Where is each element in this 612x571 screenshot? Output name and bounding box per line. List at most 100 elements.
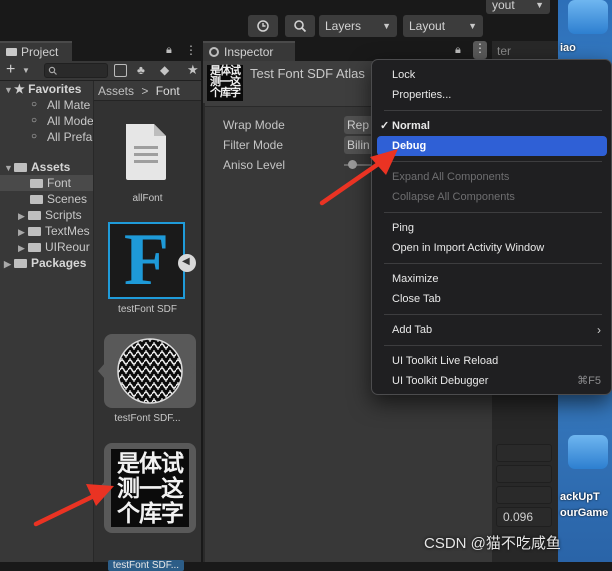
asset-testfont-sdf[interactable]: F [108, 219, 185, 301]
menu-item-collapse-all: Collapse All Components [392, 191, 515, 203]
breadcrumb-root[interactable]: Assets [98, 84, 134, 98]
menu-item-ui-toolkit-live-reload[interactable]: UI Toolkit Live Reload [377, 351, 607, 371]
atlas-glyph-row: 是体试 [117, 450, 184, 476]
menu-item-lock[interactable]: Lock [377, 65, 607, 85]
history-button[interactable] [248, 15, 278, 37]
checkmark-icon: ✓ [380, 120, 390, 132]
assets-header[interactable]: ▼ Assets [0, 159, 93, 175]
sidebar-item-scripts[interactable]: ▶ Scripts [0, 207, 93, 223]
subasset-notch [189, 363, 196, 379]
chevron-left-icon: ◀ [182, 256, 190, 267]
search-icon: ○ [31, 99, 38, 110]
tab-project[interactable]: Project [0, 41, 72, 61]
layout-dropdown[interactable]: Layout ▼ [403, 15, 483, 37]
menu-separator [384, 110, 602, 111]
folder-label: TextMes [45, 224, 90, 238]
packages-header[interactable]: ▶ Packages [0, 255, 93, 271]
star-icon[interactable]: ★ [187, 62, 199, 78]
atlas-texture: 是体试 测一这 个库字 [111, 449, 189, 527]
desktop-label: ourGame [560, 507, 609, 519]
more-options-icon[interactable]: ⋮ [185, 43, 197, 57]
layers-dropdown[interactable]: Layers ▼ [319, 15, 397, 37]
project-tabbar: Project 🔒︎ ⋮ [0, 41, 201, 61]
thumb-glyph-row: 个库字 [210, 87, 241, 99]
folder-icon [28, 211, 41, 220]
sidebar-item-textmesh[interactable]: ▶ TextMes [0, 223, 93, 239]
breadcrumb-current[interactable]: Font [156, 84, 180, 98]
asset-sdf-material[interactable] [98, 334, 196, 408]
asset-label: allFont [132, 193, 163, 204]
folder-icon [28, 243, 41, 252]
menu-item-open-import-activity[interactable]: Open in Import Activity Window [377, 238, 607, 258]
sidebar-item-scenes[interactable]: Scenes [0, 191, 93, 207]
chevron-down-icon: ▼ [382, 21, 391, 31]
menu-item-debug[interactable]: Debug [377, 136, 607, 156]
menu-item-ping[interactable]: Ping [377, 218, 607, 238]
chevron-down-icon[interactable]: ▼ [22, 66, 30, 75]
menu-separator [384, 263, 602, 264]
layout-label: Layout [409, 19, 446, 33]
search-button[interactable] [285, 15, 315, 37]
folder-label: UIReour [45, 240, 90, 254]
more-options-icon[interactable]: ⋮ [473, 41, 487, 59]
breadcrumb: Assets > Font [94, 81, 201, 101]
lock-icon[interactable]: 🔒︎ [455, 44, 461, 57]
menu-item-close-tab[interactable]: Close Tab [377, 289, 607, 309]
layout-top-label: yout [492, 0, 515, 12]
property-label: Aniso Level [223, 158, 286, 172]
info-icon [209, 47, 219, 57]
folder-icon [14, 259, 27, 268]
chevron-down-icon: ▼ [468, 21, 477, 31]
menu-item-normal[interactable]: ✓ Normal [377, 116, 607, 136]
search-icon [294, 20, 307, 33]
number-field[interactable] [496, 486, 552, 504]
menu-item-properties[interactable]: Properties... [377, 85, 607, 105]
subasset-notch [98, 481, 105, 497]
menu-item-label: Normal [392, 120, 430, 132]
tab-inspector[interactable]: Inspector [203, 41, 295, 61]
sidebar-item-all-materials[interactable]: ○ All Mate [0, 97, 93, 113]
menu-item-label: Add Tab [392, 324, 433, 336]
menu-separator [384, 161, 602, 162]
favorites-header[interactable]: ▼★ Favorites [0, 81, 93, 97]
search-icon: ○ [31, 131, 38, 142]
desktop-folder-icon[interactable] [568, 435, 608, 469]
project-search-input[interactable] [44, 63, 108, 78]
menu-separator [384, 345, 602, 346]
chevron-right-icon: ▶ [18, 243, 25, 253]
project-asset-grid: Assets > Font allFont F ◀ testFont SDF t… [94, 81, 201, 571]
menu-item-ui-toolkit-debugger[interactable]: UI Toolkit Debugger ⌘F5 [377, 371, 607, 391]
number-field[interactable] [496, 444, 552, 462]
number-field[interactable] [496, 465, 552, 483]
favorite-label: All Mode [47, 114, 93, 128]
folder-icon [6, 48, 17, 56]
folder-icon [28, 227, 41, 236]
sidebar-item-all-models[interactable]: ○ All Mode [0, 113, 93, 129]
desktop-label: ackUpT [560, 491, 600, 503]
sidebar-item-uiresources[interactable]: ▶ UIReour [0, 239, 93, 255]
aniso-slider-handle[interactable] [348, 160, 357, 169]
sidebar-item-font[interactable]: Font [0, 175, 93, 191]
sidebar-item-all-prefabs[interactable]: ○ All Prefa [0, 129, 93, 145]
menu-item-add-tab[interactable]: Add Tab › [377, 320, 607, 340]
asset-sdf-atlas[interactable]: 是体试 测一这 个库字 [98, 443, 196, 533]
property-label: Filter Mode [223, 138, 284, 152]
texture-thumbnail: 是体试 测一这 个库字 [207, 65, 243, 101]
tag-icon[interactable]: ◆ [160, 63, 169, 77]
inspector-title: Test Font SDF Atlas [250, 66, 365, 81]
expand-asset-button[interactable]: ◀ [178, 254, 196, 272]
menu-item-maximize[interactable]: Maximize [377, 269, 607, 289]
asset-label: testFont SDF [118, 304, 177, 315]
asset-allfont[interactable] [122, 122, 170, 182]
folder-icon [30, 179, 43, 188]
search-by-label-icon[interactable]: ♣ [137, 63, 145, 77]
layout-menu-top[interactable]: yout ▼ [486, 0, 550, 14]
desktop-folder-icon[interactable] [568, 0, 608, 34]
font-asset-glyph: F [123, 219, 170, 301]
add-button[interactable]: + [6, 61, 15, 79]
number-field-value[interactable]: 0.096 [496, 507, 552, 527]
search-by-type-icon[interactable] [114, 64, 127, 77]
menu-separator [384, 314, 602, 315]
lock-icon[interactable]: 🔒︎ [166, 44, 172, 57]
tab-project-label: Project [21, 45, 59, 59]
